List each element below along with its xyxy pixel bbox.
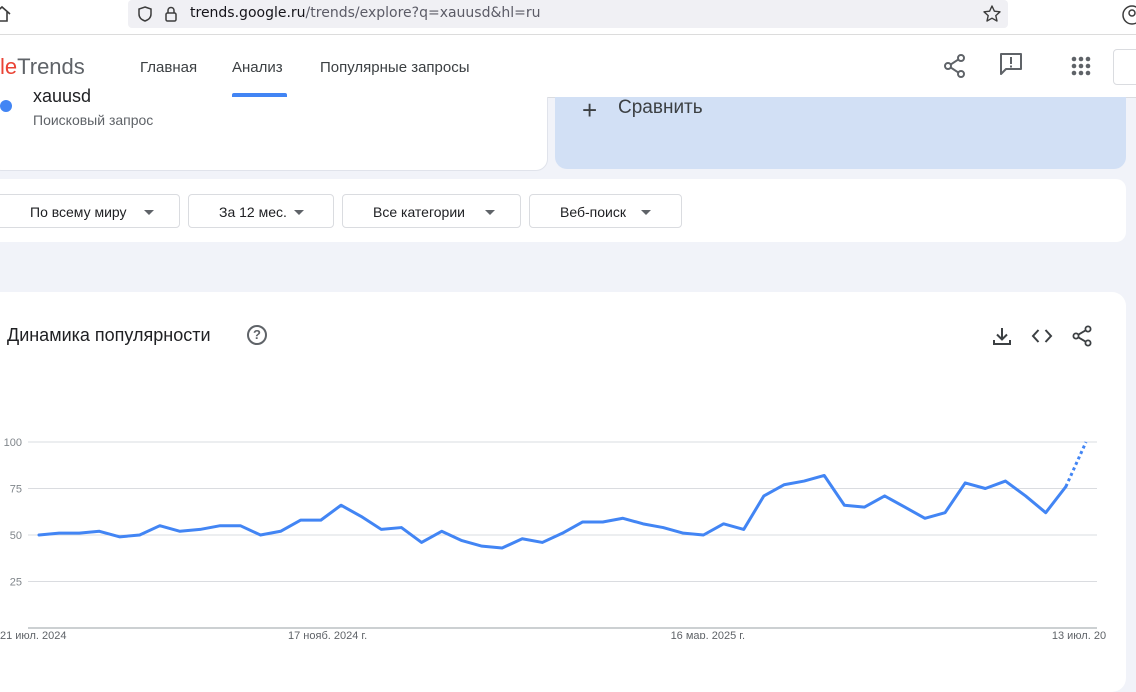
dropdown-arrow-icon <box>294 210 304 215</box>
x-tick-label: 13 июл. 20 <box>1052 630 1106 639</box>
tab-explore[interactable]: Анализ <box>232 59 283 76</box>
address-bar[interactable]: trends.google.ru/trends/explore?q=xauusd… <box>128 0 1008 28</box>
series-line <box>37 473 1068 550</box>
series-color-dot <box>0 100 12 112</box>
feedback-icon[interactable] <box>997 50 1025 78</box>
google-trends-logo[interactable]: leTrends <box>0 54 85 80</box>
share-icon[interactable] <box>941 52 969 80</box>
dropdown-arrow-icon <box>485 210 495 215</box>
compare-label: Сравнить <box>618 97 703 118</box>
url-text: trends.google.ru/trends/explore?q=xauusd… <box>190 5 541 21</box>
plus-icon: + <box>582 95 598 125</box>
home-icon[interactable] <box>0 4 12 24</box>
url-path: /trends/explore?q=xauusd&hl=ru <box>305 5 541 21</box>
period-select[interactable]: За 12 мес. <box>188 194 334 228</box>
bookmark-star-icon[interactable] <box>982 4 1002 24</box>
lock-icon[interactable] <box>163 5 179 23</box>
share-chart-icon[interactable] <box>1070 324 1094 348</box>
url-host: trends.google.ru <box>190 5 306 21</box>
interest-over-time-chart: 25 50 75 100 21 июл. 2024 17 нояб. 2024 г. 16 … <box>0 437 1106 639</box>
account-icon[interactable] <box>1120 3 1136 27</box>
search-term-type: Поисковый запрос <box>33 112 154 128</box>
region-select-label: По всему миру <box>30 204 127 220</box>
series-partial-segment <box>1064 441 1088 488</box>
search-type-select-label: Веб-поиск <box>560 204 626 220</box>
embed-code-icon[interactable] <box>1030 324 1054 348</box>
browser-toolbar: trends.google.ru/trends/explore?q=xauusd… <box>0 0 1136 35</box>
tab-trending[interactable]: Популярные запросы <box>320 59 470 76</box>
chart-title: Динамика популярности <box>7 325 211 345</box>
category-select-label: Все категории <box>373 204 465 220</box>
x-tick-label: 16 мар. 2025 г. <box>671 630 745 639</box>
search-term-card <box>0 97 548 171</box>
search-type-select[interactable]: Веб-поиск <box>529 194 682 228</box>
trends-header: leTrends Главная Анализ Популярные запро… <box>0 35 1136 98</box>
category-select[interactable]: Все категории <box>342 194 521 228</box>
download-icon[interactable] <box>990 324 1014 348</box>
x-tick-label: 17 нояб. 2024 г. <box>288 630 367 639</box>
logo-text: Trends <box>17 54 85 79</box>
sign-in-button[interactable] <box>1113 49 1136 85</box>
y-tick-label: 100 <box>4 437 22 449</box>
tab-home[interactable]: Главная <box>140 59 197 76</box>
dropdown-arrow-icon <box>641 210 651 215</box>
help-icon[interactable]: ? <box>247 325 267 345</box>
compare-button[interactable]: + Сравнить <box>555 95 1126 169</box>
y-tick-label: 25 <box>10 577 22 589</box>
region-select[interactable]: По всему миру <box>0 194 180 228</box>
x-tick-label: 21 июл. 2024 <box>0 630 66 639</box>
y-tick-label: 75 <box>10 484 22 496</box>
shield-icon[interactable] <box>136 5 154 23</box>
search-term-name[interactable]: xauusd <box>33 86 91 107</box>
apps-grid-icon[interactable] <box>1067 52 1095 80</box>
period-select-label: За 12 мес. <box>219 204 287 220</box>
y-tick-label: 50 <box>10 530 22 542</box>
logo-fragment: le <box>0 54 18 79</box>
dropdown-arrow-icon <box>144 210 154 215</box>
